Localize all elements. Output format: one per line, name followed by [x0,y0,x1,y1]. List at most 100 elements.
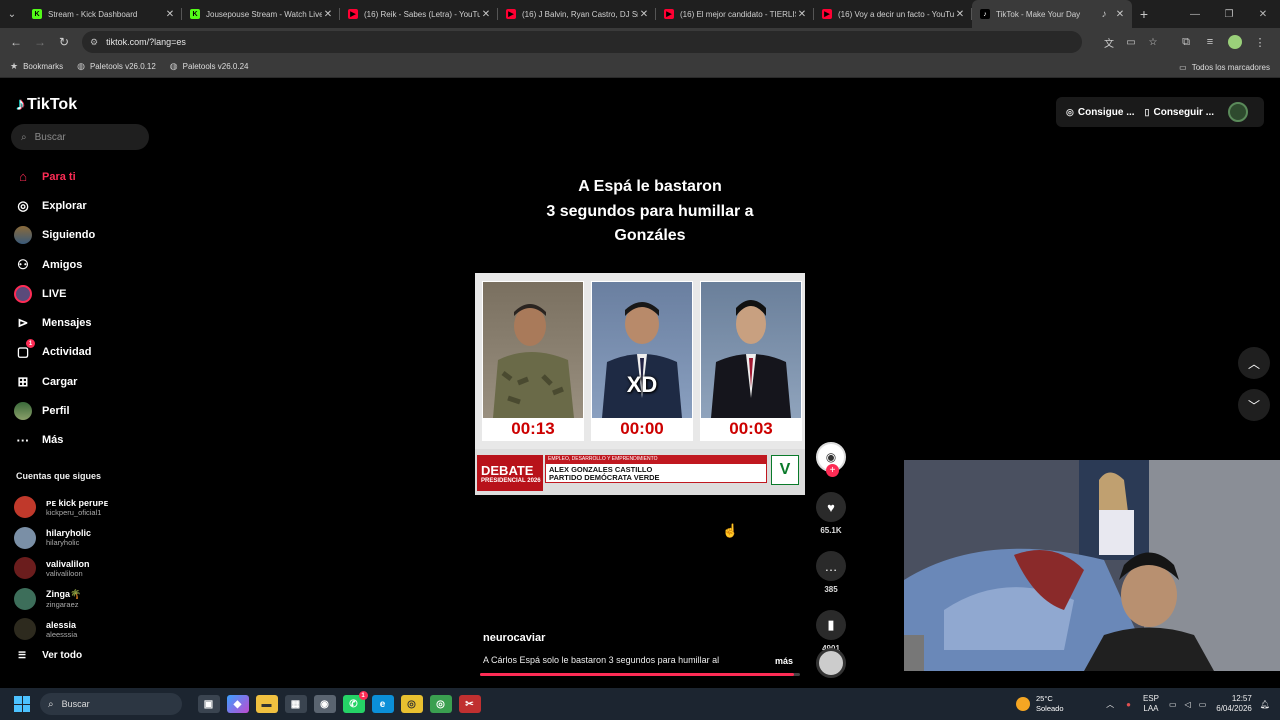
close-tab-icon[interactable]: ✕ [954,9,966,20]
following-account[interactable]: valivalilon valivaliloon [14,553,154,584]
file-explorer-icon[interactable]: ▬ [255,695,278,713]
following-account[interactable]: hilaryholic hilaryholic [14,523,154,554]
sidebar-item-para-ti[interactable]: ⌂ Para ti [14,162,154,191]
chevron-up-icon[interactable]: ︿ [1106,699,1114,710]
back-icon[interactable]: ← [4,35,28,49]
task-view-icon[interactable]: ▣ [197,695,220,713]
browser-tab[interactable]: ♪ TikTok - Make Your Day ♪ ✕ [972,0,1132,28]
tiktok-logo[interactable]: ♪ TikTok [16,94,77,115]
save-action[interactable]: ▮ 4901 [816,610,846,653]
new-tab-button[interactable]: + [1132,6,1156,22]
snipping-tool-icon[interactable]: ✂ [458,695,481,713]
like-action[interactable]: ♥ 65.1K [816,492,846,535]
site-info-icon[interactable]: ⚙ [90,37,98,48]
sidebar-item-más[interactable]: ··· Más [14,426,154,455]
volume-icon[interactable]: ◁ [1185,700,1191,709]
tab-search-icon[interactable]: ⌄ [0,0,24,28]
mute-tab-icon[interactable]: ♪ [1098,9,1110,20]
close-tab-icon[interactable]: ✕ [480,9,492,20]
video-progress-bar[interactable] [480,673,800,676]
video-author[interactable]: neurocaviar [483,632,545,644]
video-player[interactable]: 00:13 XD 00:00 00:03 DEBATE PRESIDENCIAL… [475,273,805,495]
minimize-icon[interactable]: — [1178,9,1212,20]
bookmark-item[interactable]: ★ Bookmarks [10,61,63,72]
get-coins-button[interactable]: ◎ Consigue ... [1066,107,1135,118]
network-icon[interactable]: ▭ [1169,700,1177,709]
clock[interactable]: 12:57 6/04/2026 [1216,694,1252,714]
follow-plus-icon[interactable]: + [826,464,839,477]
previous-video-button[interactable]: ︿ [1238,347,1270,379]
following-account[interactable]: ᴘᴇ kick peruᴘᴇ kickperu_oficial1 [14,492,154,523]
sidebar-item-perfil[interactable]: Perfil [14,396,154,425]
sidebar-item-amigos[interactable]: ⚇ Amigos [14,250,154,279]
more-button[interactable]: más [775,656,793,666]
weather-widget[interactable]: 25°C Soleado [1016,688,1064,720]
see-all-button[interactable]: ☰ Ver todo [18,650,82,661]
video-description: A Cárlos Espá solo le bastaron 3 segundo… [483,655,720,665]
maximize-icon[interactable]: ❐ [1212,9,1246,20]
user-avatar[interactable] [1228,102,1249,122]
extensions-icon[interactable]: ⧉ [1174,36,1198,49]
sidebar-item-explorar[interactable]: ◎ Explorar [14,191,154,220]
browser-tab[interactable]: ▶ (16) Reik - Sabes (Letra) - YouTube ✕ [340,0,498,28]
bookmark-star-icon[interactable]: ☆ [1142,37,1164,48]
candidate-panel: XD 00:00 [591,281,693,441]
avatar [14,526,36,549]
following-account[interactable]: alessia aleesssia [14,614,154,645]
obs-icon[interactable]: ◉ [313,695,336,713]
music-disc-icon[interactable] [816,648,846,678]
sidebar-item-cargar[interactable]: ⊞ Cargar [14,367,154,396]
comment-action[interactable]: … 385 [816,551,846,594]
profile-avatar[interactable] [1228,35,1242,49]
translate-icon[interactable]: 文 [1098,35,1120,50]
search-box[interactable]: ⌕ [11,124,149,150]
close-tab-icon[interactable]: ✕ [638,9,650,20]
browser-tab[interactable]: ▶ (16) Voy a decir un facto - YouTube ✕ [814,0,972,28]
taskbar-search[interactable]: ⌕ Buscar [40,693,182,715]
browser-tab[interactable]: ▶(16) J Balvin, Ryan Castro, DJ Snake✕ [498,0,656,28]
language-indicator[interactable]: ESP LAA [1143,694,1159,714]
sidebar-item-actividad[interactable]: ▢ 1 Actividad [14,338,154,367]
media-controls-icon[interactable]: ≡ [1198,36,1222,48]
next-video-button[interactable]: ﹀ [1238,389,1270,421]
search-icon: ⌕ [48,698,54,710]
notifications-icon[interactable]: 🔔︎ [1260,700,1270,709]
system-tray: ︿ ● ESP LAA ▭ ◁ ▭ 12:57 6/04/2026 🔔︎ [1106,688,1270,720]
menu-icon[interactable]: ⋮ [1248,36,1272,49]
close-tab-icon[interactable]: ✕ [1114,9,1126,20]
store-icon[interactable]: ▦ [284,695,307,713]
chevron-down-icon: ﹀ [1247,398,1260,413]
browser-tab[interactable]: K Jousepouse Stream - Watch Live ✕ [182,0,340,28]
battery-icon[interactable]: ▭ [1199,700,1207,709]
microphone-icon[interactable]: ● [1126,700,1131,709]
chrome-profile-icon[interactable]: ◎ [429,695,452,713]
comment-icon[interactable]: … [816,551,846,581]
heart-icon[interactable]: ♥ [816,492,846,522]
sidebar-item-live[interactable]: LIVE [14,279,154,308]
edge-icon[interactable]: e [371,695,394,713]
copilot-icon[interactable]: ◆ [226,695,249,713]
windows-start-icon[interactable] [14,696,30,712]
browser-tab[interactable]: ▶ (16) El mejor candidato - TIERLIST ✕ [656,0,814,28]
author-avatar[interactable]: ◉ + [816,442,846,477]
browser-tab[interactable]: K Stream - Kick Dashboard ✕ [24,0,182,28]
cast-icon[interactable]: ▭ [1120,37,1142,48]
url-field[interactable]: ⚙ tiktok.com/?lang=es [82,31,1082,53]
reload-icon[interactable]: ↻ [52,35,76,49]
close-window-icon[interactable]: ✕ [1246,9,1280,20]
bookmark-item[interactable]: ◍ Paletools v26.0.12 [77,61,156,72]
chrome-icon[interactable]: ◎ [400,695,423,713]
sidebar-item-mensajes[interactable]: ⊳ Mensajes [14,308,154,337]
following-account[interactable]: Zinga🌴 zingaraez [14,584,154,615]
sidebar-item-siguiendo[interactable]: Siguiendo [14,221,154,250]
bookmark-icon[interactable]: ▮ [816,610,846,640]
close-tab-icon[interactable]: ✕ [322,9,334,20]
bookmark-item[interactable]: ◍ Paletools v26.0.24 [170,61,249,72]
whatsapp-icon[interactable]: ✆ 1 [342,691,368,713]
close-tab-icon[interactable]: ✕ [164,9,176,20]
all-bookmarks-button[interactable]: ▭ Todos los marcadores [1179,56,1270,78]
search-input[interactable] [34,131,135,143]
close-tab-icon[interactable]: ✕ [796,9,808,20]
get-app-button[interactable]: ▯ Conseguir ... [1145,107,1215,118]
forward-icon[interactable]: → [28,35,52,49]
